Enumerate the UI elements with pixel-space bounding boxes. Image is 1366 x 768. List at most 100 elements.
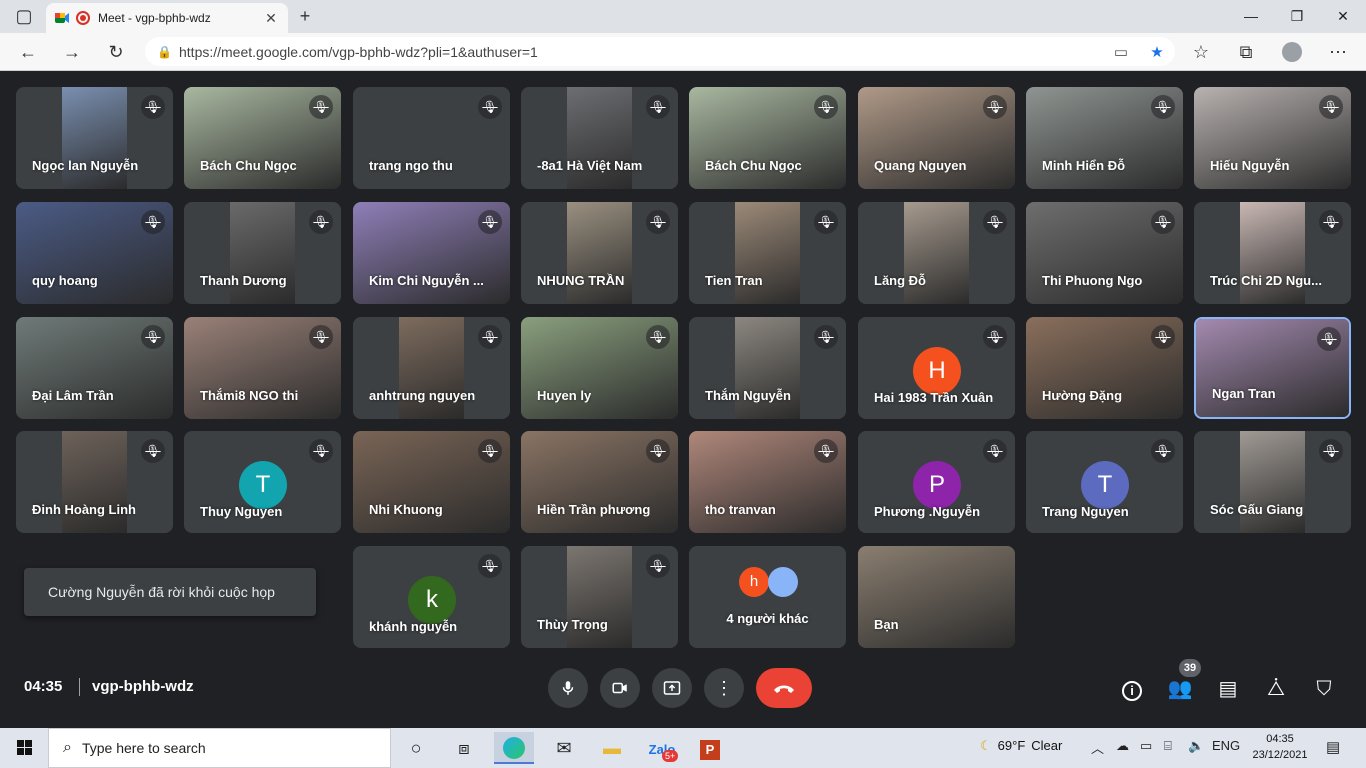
participant-tile[interactable]: 🎙 NHUNG TRẦN	[521, 202, 678, 304]
participant-tile[interactable]: 🎙 Huyen ly	[521, 317, 678, 419]
url-text[interactable]: https://meet.google.com/vgp-bphb-wdz?pli…	[179, 44, 1103, 60]
others-avatar	[768, 567, 798, 597]
participant-name: quy hoang	[32, 273, 98, 288]
participant-tile[interactable]: 🎙 Bách Chu Ngọc	[689, 87, 846, 189]
participant-tile[interactable]: 🎙 tho tranvan	[689, 431, 846, 533]
participant-tile[interactable]: 🎙 trang ngo thu	[353, 87, 510, 189]
more-options-button[interactable]: ⋮	[704, 668, 744, 708]
system-clock[interactable]: 04:35 23/12/2021	[1250, 731, 1310, 763]
participant-tile[interactable]: 🎙 anhtrung nguyen	[353, 317, 510, 419]
participant-tile[interactable]: T 🎙 Thuy Nguyen	[184, 431, 341, 533]
zalo-app-icon[interactable]: Zalo 5+	[642, 732, 682, 764]
mic-off-icon: 🎙	[478, 210, 502, 234]
mic-off-icon: 🎙	[1151, 439, 1175, 463]
microphone-button[interactable]	[548, 668, 588, 708]
camera-permission-icon[interactable]: ▭	[1103, 43, 1139, 61]
participant-name: Quang Nguyen	[874, 158, 967, 173]
participant-tile[interactable]: 🎙 Thắmi8 NGO thi	[184, 317, 341, 419]
mic-off-icon: 🎙	[814, 95, 838, 119]
participant-tile[interactable]: 🎙 Đại Lâm Trần	[16, 317, 173, 419]
favorite-star-icon[interactable]: ★	[1139, 43, 1175, 61]
participant-tile[interactable]: T 🎙 Trang Nguyen	[1026, 431, 1183, 533]
present-screen-button[interactable]	[652, 668, 692, 708]
participant-tile[interactable]: 🎙 Kim Chi Nguyễn ...	[353, 202, 510, 304]
people-button[interactable]: 👥	[1166, 675, 1194, 703]
participant-avatar: H	[913, 347, 961, 395]
participant-tile[interactable]: 🎙 Lăng Đỗ	[858, 202, 1015, 304]
lock-icon[interactable]: 🔒	[157, 45, 179, 59]
participant-tile[interactable]: 🎙 Ngan Tran	[1194, 317, 1351, 419]
participant-tile[interactable]: P 🎙 Phương .Nguyễn	[858, 431, 1015, 533]
file-explorer-icon[interactable]: ▬	[592, 732, 632, 764]
participant-tile[interactable]: 🎙 Tien Tran	[689, 202, 846, 304]
profile-avatar[interactable]	[1280, 41, 1304, 63]
url-bar[interactable]: 🔒 https://meet.google.com/vgp-bphb-wdz?p…	[145, 37, 1175, 66]
volume-icon[interactable]: 🔈	[1188, 738, 1204, 754]
powerpoint-app-icon[interactable]: P	[690, 732, 730, 764]
collections-icon[interactable]: ⧉	[1234, 41, 1258, 63]
participant-tile[interactable]: 🎙 Đinh Hoàng Linh	[16, 431, 173, 533]
participant-tile[interactable]: H 🎙 Hai 1983 Trần Xuân	[858, 317, 1015, 419]
taskbar-search[interactable]: ⌕ Type here to search	[48, 728, 391, 768]
participant-tile[interactable]: 🎙 -8a1 Hà Việt Nam	[521, 87, 678, 189]
present-icon	[663, 681, 681, 695]
more-menu-icon[interactable]: ⋯	[1326, 41, 1350, 63]
mic-off-icon: 🎙	[141, 439, 165, 463]
weather-widget[interactable]: ☾ 69°F Clear	[980, 738, 1062, 754]
end-call-button[interactable]	[756, 668, 812, 708]
refresh-icon[interactable]: ↻	[104, 41, 128, 63]
language-indicator[interactable]: ENG	[1212, 738, 1240, 753]
meet-tray-icon[interactable]: ▭	[1140, 738, 1152, 754]
participant-tile[interactable]: 🎙 Hiếu Nguyễn	[1194, 87, 1351, 189]
participant-tile[interactable]: 🎙 Hiền Trần phương	[521, 431, 678, 533]
participant-tile[interactable]: 🎙 Quang Nguyen	[858, 87, 1015, 189]
participant-tile[interactable]: h 4 người khác	[689, 546, 846, 648]
chat-button[interactable]: ▤	[1214, 675, 1242, 703]
activities-button[interactable]: ⧊	[1262, 675, 1290, 703]
participant-tile[interactable]: 🎙 quy hoang	[16, 202, 173, 304]
forward-icon[interactable]: →	[60, 41, 84, 63]
camera-button[interactable]	[600, 668, 640, 708]
back-icon[interactable]: ←	[16, 41, 40, 63]
meeting-info-button[interactable]: i	[1118, 675, 1146, 703]
participant-tile[interactable]: 🎙 Thắm Nguyễn	[689, 317, 846, 419]
people-icon: 👥	[1167, 678, 1193, 700]
notification-badge: 5+	[662, 750, 679, 762]
show-hidden-icons-icon[interactable]: ︿	[1091, 738, 1104, 757]
participant-tile[interactable]: 🎙 Thùy Trọng	[521, 546, 678, 648]
windows-start-icon[interactable]	[8, 736, 40, 760]
favorites-icon[interactable]: ☆	[1189, 41, 1213, 63]
participant-tile[interactable]: 🎙 Trúc Chi 2D Ngu...	[1194, 202, 1351, 304]
close-tab-icon[interactable]: ✕	[262, 10, 280, 27]
close-window-icon[interactable]: ✕	[1320, 4, 1366, 28]
cortana-icon[interactable]: ○	[396, 732, 436, 764]
onedrive-icon[interactable]: ☁	[1116, 738, 1129, 754]
task-view-icon[interactable]: ⧈	[444, 732, 484, 764]
restore-icon[interactable]: ❐	[1274, 4, 1320, 28]
video-feed	[399, 317, 464, 419]
new-tab-icon[interactable]: +	[294, 6, 316, 26]
host-controls-button[interactable]: ⛉	[1310, 675, 1338, 703]
participant-tile[interactable]: 🎙 Sóc Gấu Giang	[1194, 431, 1351, 533]
action-center-icon[interactable]: ▤	[1326, 738, 1340, 756]
browser-tab[interactable]: Meet - vgp-bphb-wdz ✕	[46, 3, 288, 33]
participant-tile[interactable]: 🎙 Bách Chu Ngọc	[184, 87, 341, 189]
participant-tile[interactable]: 🎙 Hường Đặng	[1026, 317, 1183, 419]
participant-tile[interactable]: 🎙 Ngọc lan Nguyễn	[16, 87, 173, 189]
minimize-icon[interactable]: —	[1228, 4, 1274, 28]
mail-app-icon[interactable]: ✉	[544, 732, 584, 764]
participant-tile[interactable]: Bạn	[858, 546, 1015, 648]
participant-tile[interactable]: 🎙 Minh Hiển Đỗ	[1026, 87, 1183, 189]
participant-tile[interactable]: 🎙 Thanh Dương	[184, 202, 341, 304]
mic-off-icon: 🎙	[478, 554, 502, 578]
tab-actions-icon[interactable]: ▢	[13, 6, 35, 26]
participant-tile[interactable]: 🎙 Thi Phuong Ngo	[1026, 202, 1183, 304]
participant-name: Tien Tran	[705, 273, 763, 288]
activities-icon: ⧊	[1267, 678, 1285, 700]
participant-tile[interactable]: 🎙 Nhi Khuong	[353, 431, 510, 533]
participant-tile[interactable]: k 🎙 khánh nguyễn	[353, 546, 510, 648]
network-icon[interactable]: ⌸	[1164, 738, 1172, 754]
edge-app-icon[interactable]	[494, 732, 534, 764]
participant-name: Hiếu Nguyễn	[1210, 158, 1290, 173]
video-feed	[567, 546, 632, 648]
